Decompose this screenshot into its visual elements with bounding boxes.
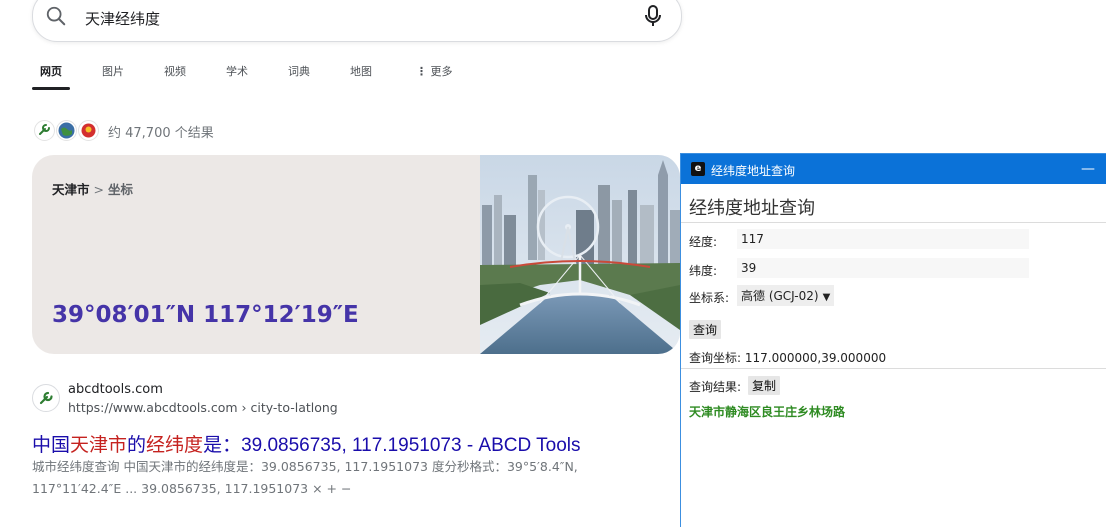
- microphone-icon[interactable]: [643, 5, 663, 27]
- minimize-button[interactable]: —: [1075, 158, 1101, 180]
- query-button[interactable]: 查询: [689, 320, 722, 339]
- breadcrumb-topic: 坐标: [108, 182, 134, 197]
- result-snippet: 城市经纬度查询 中国天津市的经纬度是：39.0856735, 117.19510…: [32, 459, 578, 496]
- latitude-label: 纬度:: [689, 264, 718, 278]
- latitude-input[interactable]: [737, 258, 1029, 278]
- breadcrumb: 天津市 > 坐标: [52, 179, 133, 198]
- site-favicon[interactable]: [32, 384, 60, 412]
- search-input[interactable]: 天津经纬度: [85, 8, 160, 29]
- copy-button[interactable]: 复制: [748, 376, 781, 395]
- tab-maps[interactable]: 地图: [350, 63, 372, 79]
- search-icon[interactable]: [45, 5, 67, 27]
- window-heading: 经纬度地址查询: [689, 198, 815, 219]
- title-part: 的: [127, 435, 147, 456]
- site-name[interactable]: abcdtools.com: [68, 382, 163, 397]
- tab-dictionary[interactable]: 词典: [288, 63, 310, 79]
- tab-videos[interactable]: 视频: [164, 63, 186, 79]
- chevron-right-icon: >: [93, 182, 104, 197]
- latlng-lookup-window: e 经纬度地址查询 — 经纬度地址查询 经度: 纬度: 坐标系: 高德 (GCJ…: [680, 153, 1106, 527]
- wrench-site-icon[interactable]: [34, 120, 55, 141]
- emblem-site-icon[interactable]: [78, 120, 99, 141]
- title-part: 中国: [32, 435, 71, 456]
- window-titlebar[interactable]: e 经纬度地址查询 —: [681, 154, 1106, 184]
- breadcrumb-city[interactable]: 天津市: [52, 182, 90, 197]
- longitude-input[interactable]: [737, 229, 1029, 249]
- title-part: 是：39.0856735, 117.1951073 - ABCD Tools: [203, 435, 581, 456]
- title-highlight: 经纬度: [146, 435, 204, 456]
- lookup-result: 天津市静海区良王庄乡林场路: [689, 405, 846, 419]
- divider: [681, 368, 1106, 369]
- tab-images[interactable]: 图片: [102, 63, 124, 79]
- tianjin-skyline-image[interactable]: [480, 155, 680, 354]
- active-tab-indicator: [32, 87, 70, 90]
- tab-academic[interactable]: 学术: [226, 63, 248, 79]
- result-label: 查询结果:: [689, 380, 742, 394]
- crs-label: 坐标系:: [689, 291, 730, 305]
- app-icon: e: [691, 162, 705, 176]
- crs-select[interactable]: 高德 (GCJ-02) ▼: [737, 285, 835, 306]
- result-title-link[interactable]: 中国天津市的经纬度是：39.0856735, 117.1951073 - ABC…: [32, 430, 581, 457]
- tab-more[interactable]: ⋮ 更多: [416, 63, 453, 79]
- coordinates-value: 39°08′01″N 117°12′19″E: [52, 302, 359, 328]
- search-box[interactable]: 天津经纬度: [32, 0, 682, 42]
- tab-web[interactable]: 网页: [40, 63, 62, 79]
- crs-select-value: 高德 (GCJ-02): [741, 289, 819, 303]
- window-title: 经纬度地址查询: [711, 164, 796, 178]
- divider: [681, 222, 1106, 223]
- dropdown-arrow-icon: ▼: [822, 292, 831, 303]
- longitude-label: 经度:: [689, 235, 718, 249]
- more-dots-icon: ⋮: [416, 65, 427, 78]
- result-count: 约 47,700 个结果: [108, 126, 214, 141]
- title-highlight: 天津市: [70, 435, 128, 456]
- site-url[interactable]: https://www.abcdtools.com › city-to-latl…: [68, 400, 338, 415]
- globe-site-icon[interactable]: [56, 120, 77, 141]
- coordinate-answer-card: 天津市 > 坐标 39°08′01″N 117°12′19″E: [32, 155, 680, 354]
- tab-more-label: 更多: [430, 65, 453, 78]
- query-coordinates: 查询坐标: 117.000000,39.000000: [689, 351, 887, 365]
